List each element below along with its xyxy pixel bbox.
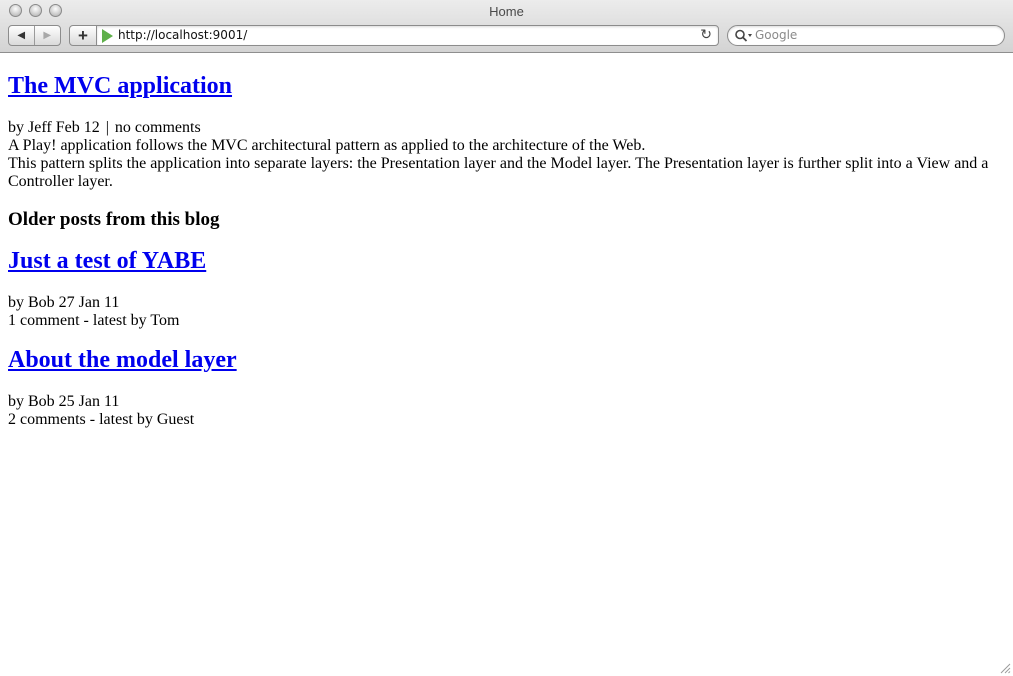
older-post-comments: 1 comment - latest by Tom: [8, 312, 180, 329]
featured-post-meta: by Jeff Feb 12 | no comments: [8, 119, 1005, 137]
featured-post-body-line: This pattern splits the application into…: [8, 155, 989, 172]
featured-post: The MVC application by Jeff Feb 12 | no co…: [8, 54, 1005, 191]
forward-arrow-icon: ▶: [43, 30, 52, 41]
forward-button[interactable]: ▶: [35, 26, 60, 45]
back-arrow-icon: ◀: [17, 30, 26, 41]
featured-post-byline: by Jeff Feb 12: [8, 119, 100, 136]
featured-post-body-line: A Play! application follows the MVC arch…: [8, 137, 646, 154]
older-posts-heading: Older posts from this blog: [8, 209, 220, 230]
meta-separator: |: [105, 119, 109, 136]
window-title: Home: [489, 4, 524, 19]
older-post: Just a test of YABE by Bob 27 Jan 11 1 c…: [8, 247, 1005, 330]
browser-chrome: Home ◀ ▶ + http://localhost:9001/ ↻ Goog…: [0, 0, 1013, 53]
older-post-title: Just a test of YABE: [8, 247, 1005, 275]
search-icon: [735, 29, 752, 42]
older-post-comments: 2 comments - latest by Guest: [8, 411, 195, 428]
older-post: About the model layer by Bob 25 Jan 11 2…: [8, 346, 1005, 429]
featured-post-link[interactable]: The MVC application: [8, 73, 232, 99]
older-post-link[interactable]: About the model layer: [8, 347, 237, 373]
site-favicon-icon: [102, 29, 113, 43]
featured-post-body-line: Controller layer.: [8, 173, 113, 190]
older-post-byline: by Bob 27 Jan 11: [8, 294, 120, 311]
reload-icon[interactable]: ↻: [700, 27, 712, 43]
older-post-title: About the model layer: [8, 346, 1005, 374]
older-post-byline: by Bob 25 Jan 11: [8, 393, 120, 410]
resize-grip-icon[interactable]: [1000, 663, 1011, 674]
search-placeholder: Google: [755, 28, 798, 42]
back-button[interactable]: ◀: [9, 26, 35, 45]
featured-post-comments: no comments: [114, 119, 201, 136]
search-field[interactable]: Google: [727, 25, 1005, 46]
page-content: The MVC application by Jeff Feb 12 | no co…: [0, 54, 1013, 676]
title-bar: Home: [0, 0, 1013, 22]
browser-window: Home ◀ ▶ + http://localhost:9001/ ↻ Goog…: [0, 0, 1013, 676]
browser-toolbar: ◀ ▶ + http://localhost:9001/ ↻ Google: [0, 24, 1013, 48]
older-post-link[interactable]: Just a test of YABE: [8, 248, 206, 274]
address-bar[interactable]: http://localhost:9001/ ↻: [96, 25, 719, 46]
history-nav-group: ◀ ▶: [8, 25, 61, 46]
featured-post-title: The MVC application: [8, 72, 1005, 100]
address-input[interactable]: http://localhost:9001/: [118, 28, 247, 42]
add-bookmark-button[interactable]: +: [69, 25, 97, 46]
